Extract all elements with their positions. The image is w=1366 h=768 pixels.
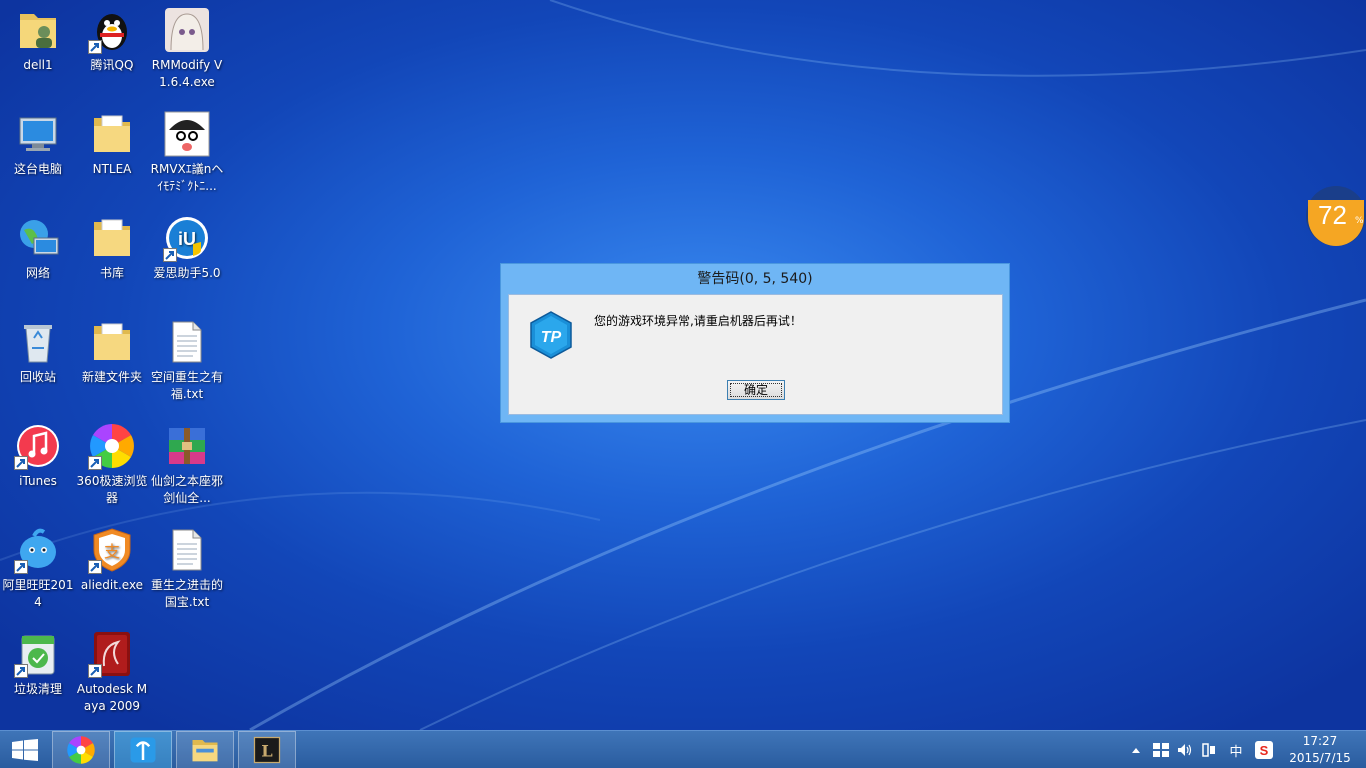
sogou-logo-text: S	[1260, 743, 1269, 758]
action-center-icon	[1153, 743, 1169, 757]
desktop-icon-360-browser[interactable]: 360极速浏览器	[74, 416, 150, 516]
aliwangwang-icon	[14, 526, 62, 574]
tp-logo-icon: TP	[530, 311, 572, 359]
taskbar-aisi-helper[interactable]	[114, 731, 172, 768]
file-explorer-icon	[192, 740, 218, 762]
battery-value: 72	[1318, 200, 1347, 230]
shortcut-arrow-icon	[88, 664, 102, 678]
shortcut-arrow-icon	[88, 40, 102, 54]
tray-show-hidden[interactable]	[1128, 731, 1144, 768]
shortcut-arrow-icon	[163, 248, 177, 262]
tp-logo-text: TP	[541, 329, 562, 346]
folder-icon	[88, 214, 136, 262]
desktop-icon-itunes[interactable]: iTunes	[0, 416, 76, 516]
desktop-icon-aliwangwang[interactable]: 阿里旺旺2014	[0, 520, 76, 620]
dialog-message: 您的游戏环境异常,请重启机器后再试！	[594, 314, 802, 328]
ok-button[interactable]: 确定	[727, 380, 785, 400]
text-file-icon	[163, 526, 211, 574]
360-browser-icon	[88, 422, 136, 470]
desktop-icon-library[interactable]: 书库	[74, 208, 150, 308]
dialog-body: TP 您的游戏环境异常,请重启机器后再试！ 确定	[508, 294, 1003, 415]
desktop-icon-aliedit[interactable]: 支 aliedit.exe	[74, 520, 150, 620]
tray-power[interactable]	[1198, 731, 1220, 768]
desktop-icon-dell1[interactable]: dell1	[0, 0, 76, 100]
tray-sogou[interactable]: S	[1252, 731, 1276, 768]
lol-logo-text: L	[261, 741, 273, 760]
alipay-shield-icon: 支	[88, 526, 136, 574]
power-plug-icon	[1202, 743, 1215, 757]
aisi-helper-icon: iU	[163, 214, 211, 262]
shortcut-arrow-icon	[88, 456, 102, 470]
user-folder-icon	[14, 6, 62, 54]
shortcut-arrow-icon	[14, 456, 28, 470]
desktop-icon-qq[interactable]: 腾讯QQ	[74, 0, 150, 100]
clock-time: 17:27	[1302, 734, 1338, 748]
desktop-icon-maya[interactable]: Autodesk Maya 2009	[74, 624, 150, 724]
sogou-input-icon: S	[1255, 741, 1273, 759]
recycle-cleaner-icon	[14, 630, 62, 678]
svg-text:支: 支	[104, 542, 120, 561]
desktop-icon-network[interactable]: 网络	[0, 208, 76, 308]
recycle-bin-icon	[14, 318, 62, 366]
dialog-title: 警告码(0, 5, 540)	[697, 271, 813, 287]
taskbar: L 中 S 17:27 2015/7/15	[0, 730, 1366, 768]
text-file-icon	[163, 318, 211, 366]
desktop-icon-rar-archive[interactable]: 仙剑之本座邪剑仙全...	[149, 416, 225, 516]
360-browser-icon	[67, 736, 95, 764]
taskbar-league-of-legends[interactable]: L	[238, 731, 296, 768]
warning-dialog: 警告码(0, 5, 540) TP 您的游戏环境异常,请重启机器后再试！ 确定	[500, 263, 1010, 423]
aisi-helper-icon	[130, 737, 156, 763]
league-of-legends-icon: L	[253, 736, 281, 764]
desktop-icon-recycle-bin[interactable]: 回收站	[0, 312, 76, 412]
desktop-icon-this-pc[interactable]: 这台电脑	[0, 104, 76, 204]
desktop-icon-text-file-1[interactable]: 空间重生之有福.txt	[149, 312, 225, 412]
desktop-icon-new-folder[interactable]: 新建文件夹	[74, 312, 150, 412]
tray-volume[interactable]	[1174, 731, 1196, 768]
folder-icon	[88, 110, 136, 158]
maya-icon	[88, 630, 136, 678]
desktop-icon-text-file-2[interactable]: 重生之进击的国宝.txt	[149, 520, 225, 620]
clock-date: 2015/7/15	[1289, 751, 1351, 765]
taskbar-file-explorer[interactable]	[176, 731, 234, 768]
tray-clock[interactable]: 17:27 2015/7/15	[1284, 732, 1356, 767]
taskbar-360-browser[interactable]	[52, 731, 110, 768]
anime-girl-icon	[163, 6, 211, 54]
shortcut-arrow-icon	[14, 664, 28, 678]
battery-unit: %	[1355, 216, 1364, 226]
speaker-icon	[1178, 744, 1192, 756]
folder-icon	[88, 318, 136, 366]
desktop-icon-rmvx[interactable]: RMVXｴ議nヘｲﾓﾃﾐﾞｸﾄﾆ...	[149, 104, 225, 204]
battery-widget[interactable]: 72 %	[1306, 186, 1366, 246]
start-button[interactable]	[0, 731, 50, 768]
tray-action-center[interactable]	[1150, 731, 1172, 768]
desktop-icon-ntlea[interactable]: NTLEA	[74, 104, 150, 204]
desktop-icon-aisi-helper[interactable]: iU 爱思助手5.0	[149, 208, 225, 308]
shortcut-arrow-icon	[88, 560, 102, 574]
network-globe-icon	[14, 214, 62, 262]
manga-face-icon	[163, 110, 211, 158]
itunes-icon	[14, 422, 62, 470]
chevron-up-icon	[1132, 748, 1140, 753]
desktop-icon-rmmodify[interactable]: RMModify V1.6.4.exe	[149, 0, 225, 100]
computer-icon	[14, 110, 62, 158]
qq-penguin-icon	[88, 6, 136, 54]
tray-ime[interactable]: 中	[1224, 731, 1248, 768]
winrar-archive-icon	[163, 422, 211, 470]
desktop-icon-garbage-clean[interactable]: 垃圾清理	[0, 624, 76, 724]
windows-logo-icon	[12, 739, 38, 761]
shortcut-arrow-icon	[14, 560, 28, 574]
